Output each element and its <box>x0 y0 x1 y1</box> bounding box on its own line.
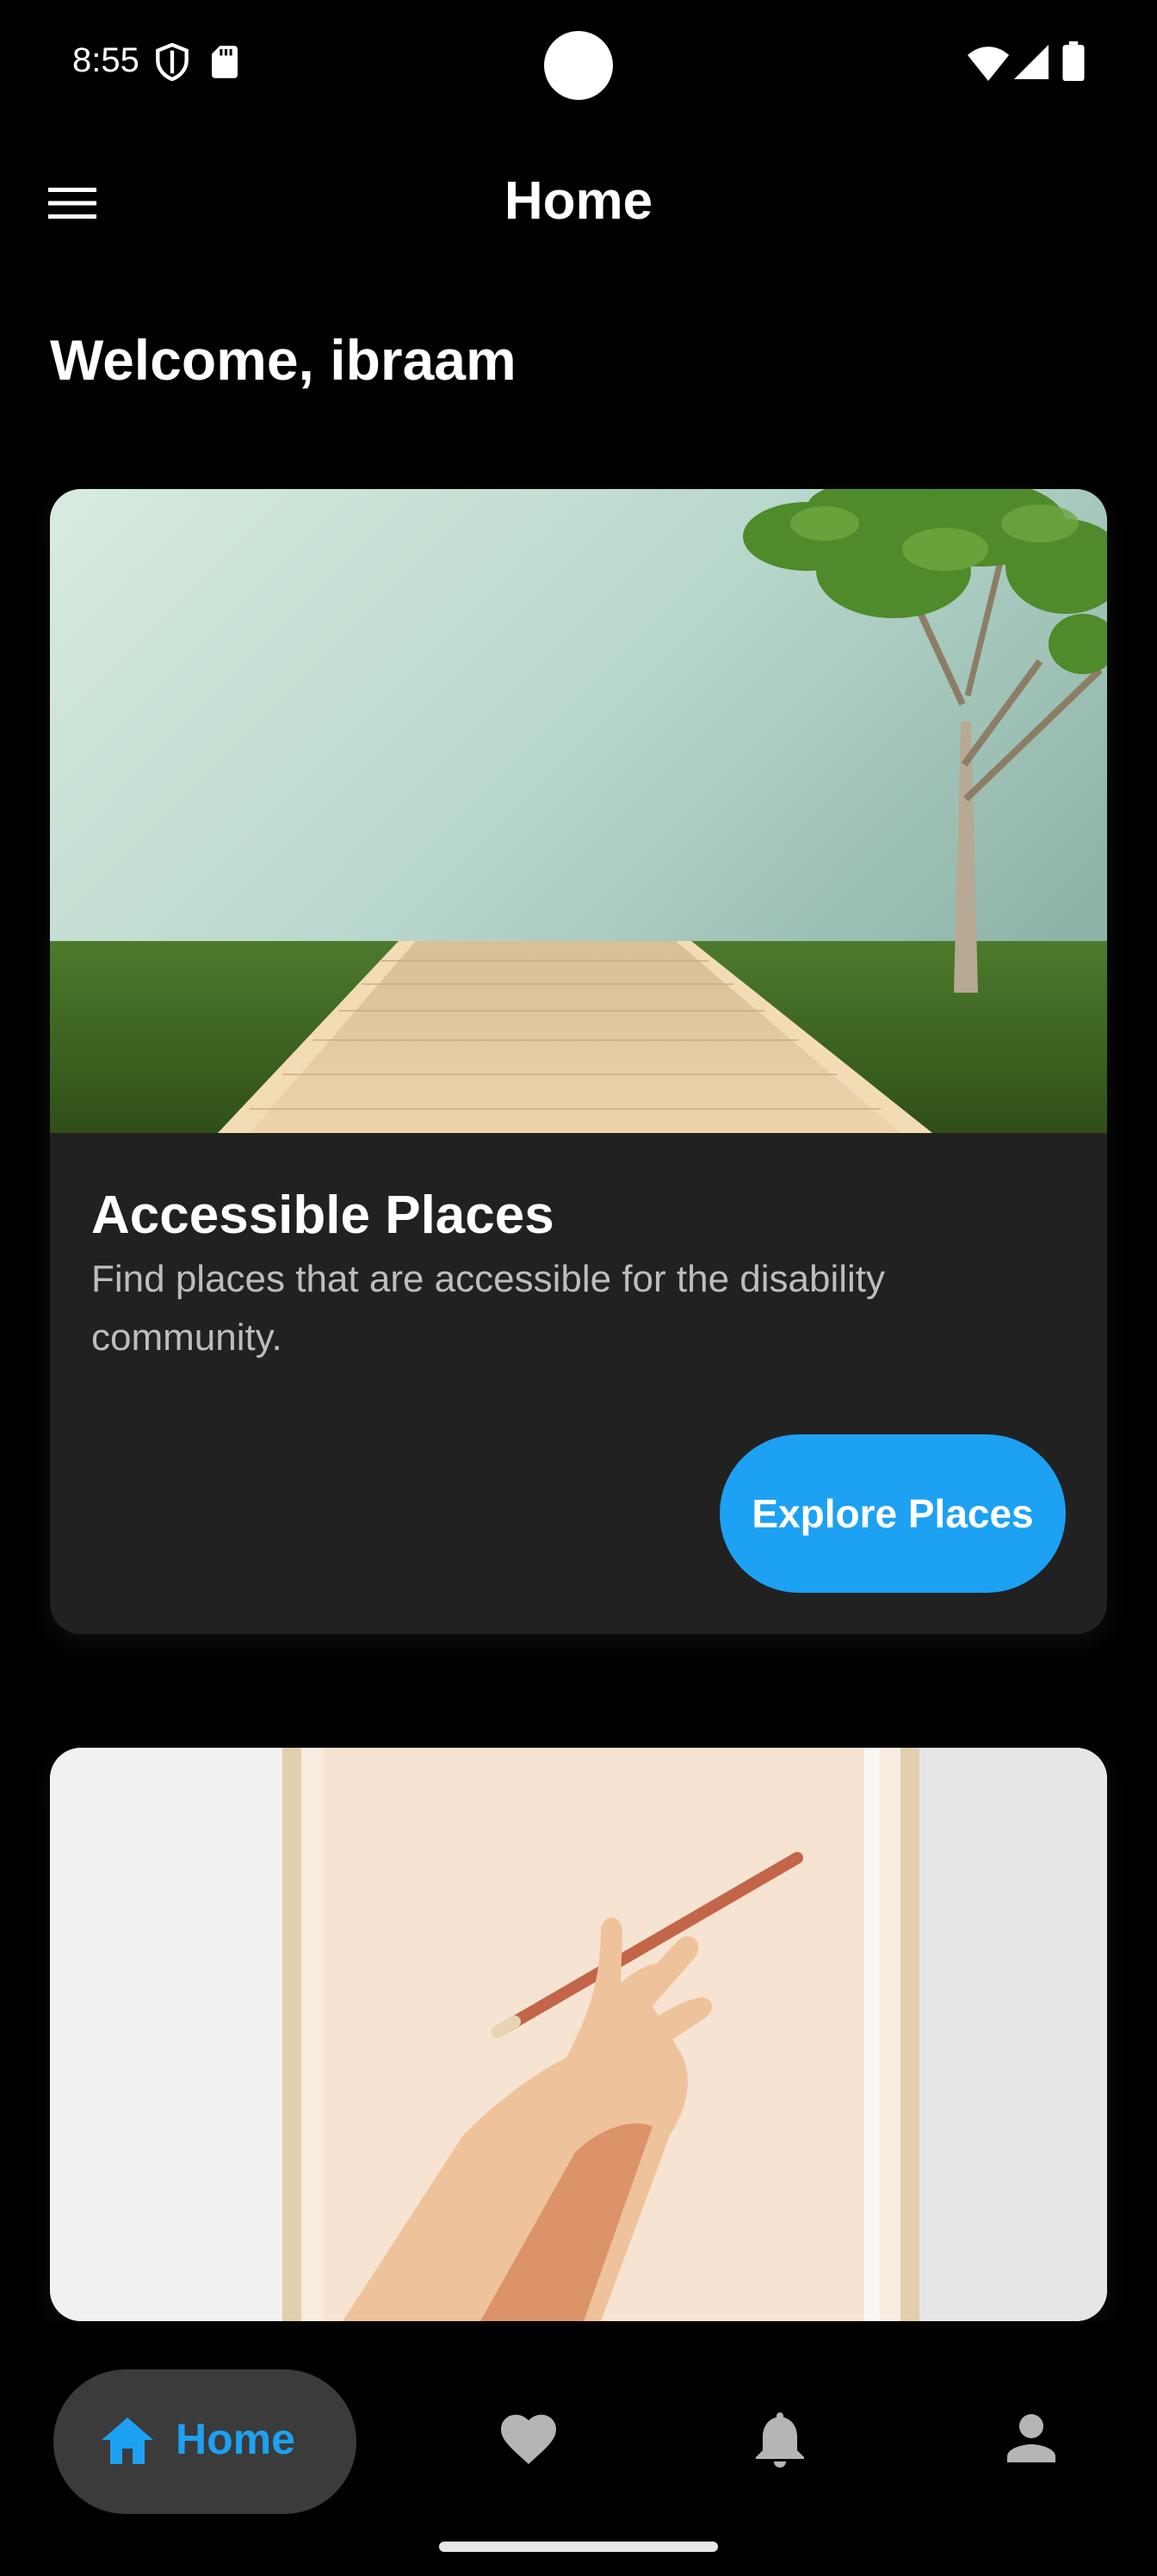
status-time: 8:55 <box>72 41 139 79</box>
cell-signal-icon <box>1014 45 1049 79</box>
card-description: Find places that are accessible for the … <box>91 1258 886 1359</box>
bell-icon[interactable] <box>754 2412 806 2468</box>
welcome-heading: Welcome, ibraam <box>50 328 517 392</box>
sd-card-icon <box>212 46 238 78</box>
front-camera <box>544 31 613 100</box>
status-bar: 8:55 <box>0 0 1157 129</box>
ramp-path-image <box>50 489 1107 1133</box>
nav-home-label: Home <box>176 2415 295 2463</box>
app-bar: Home <box>0 146 1157 258</box>
second-card <box>50 1748 1107 2321</box>
hand-pencil-image <box>50 1748 1107 2321</box>
home-icon <box>102 2418 153 2464</box>
gesture-home-indicator[interactable] <box>439 2542 718 2552</box>
battery-icon <box>1062 41 1085 81</box>
wifi-icon <box>968 46 1009 81</box>
page-title: Home <box>504 171 653 231</box>
person-icon[interactable] <box>1007 2414 1055 2462</box>
explore-places-button[interactable]: Explore Places <box>720 1434 1066 1593</box>
card-title: Accessible Places <box>91 1186 554 1245</box>
accessible-places-card: Accessible Places Find places that are a… <box>50 489 1107 1634</box>
shield-icon <box>156 43 189 81</box>
bottom-navigation: Home <box>0 2321 1157 2576</box>
explore-places-label: Explore Places <box>752 1491 1034 1536</box>
nav-home-tab[interactable]: Home <box>53 2369 356 2514</box>
app-screen: 8:55 Home Welcome, ibraam Accessible Pla… <box>0 0 1157 2576</box>
heart-icon[interactable] <box>501 2414 556 2466</box>
